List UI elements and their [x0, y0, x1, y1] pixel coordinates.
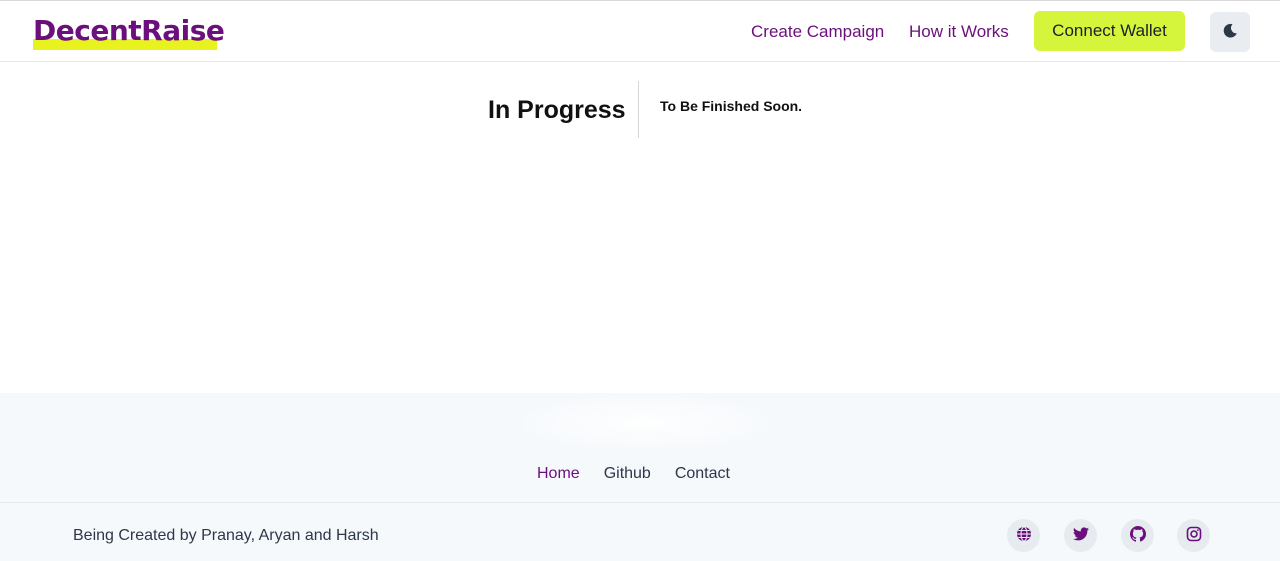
footer-link-home[interactable]: Home [537, 464, 580, 484]
twitter-link[interactable] [1064, 519, 1097, 552]
globe-icon [1016, 525, 1032, 546]
connect-wallet-button[interactable]: Connect Wallet [1034, 11, 1185, 51]
page-subtitle: To Be Finished Soon. [660, 98, 803, 114]
theme-toggle-button[interactable] [1210, 12, 1250, 52]
footer-nav: Home Github Contact [537, 464, 730, 484]
footer-credit: Being Created by Pranay, Aryan and Harsh [73, 527, 379, 544]
moon-icon [1222, 23, 1238, 42]
website-link[interactable] [1007, 519, 1040, 552]
footer-link-github[interactable]: Github [604, 464, 651, 484]
twitter-icon [1072, 526, 1089, 545]
nav-how-it-works[interactable]: How it Works [909, 20, 1009, 44]
page-title: In Progress [488, 96, 626, 124]
footer-divider [0, 502, 1280, 503]
brand-name: DecentRaise [33, 14, 225, 47]
github-link[interactable] [1121, 519, 1154, 552]
footer-link-contact[interactable]: Contact [675, 464, 730, 484]
github-icon [1129, 525, 1146, 546]
footer-glow [510, 393, 780, 453]
nav-create-campaign[interactable]: Create Campaign [751, 20, 884, 44]
instagram-link[interactable] [1177, 519, 1210, 552]
title-divider [638, 81, 639, 138]
footer: Home Github Contact Being Created by Pra… [0, 393, 1280, 561]
navbar: DecentRaise Create Campaign How it Works… [0, 1, 1280, 62]
instagram-icon [1186, 526, 1202, 546]
brand-logo[interactable]: DecentRaise [33, 14, 225, 50]
